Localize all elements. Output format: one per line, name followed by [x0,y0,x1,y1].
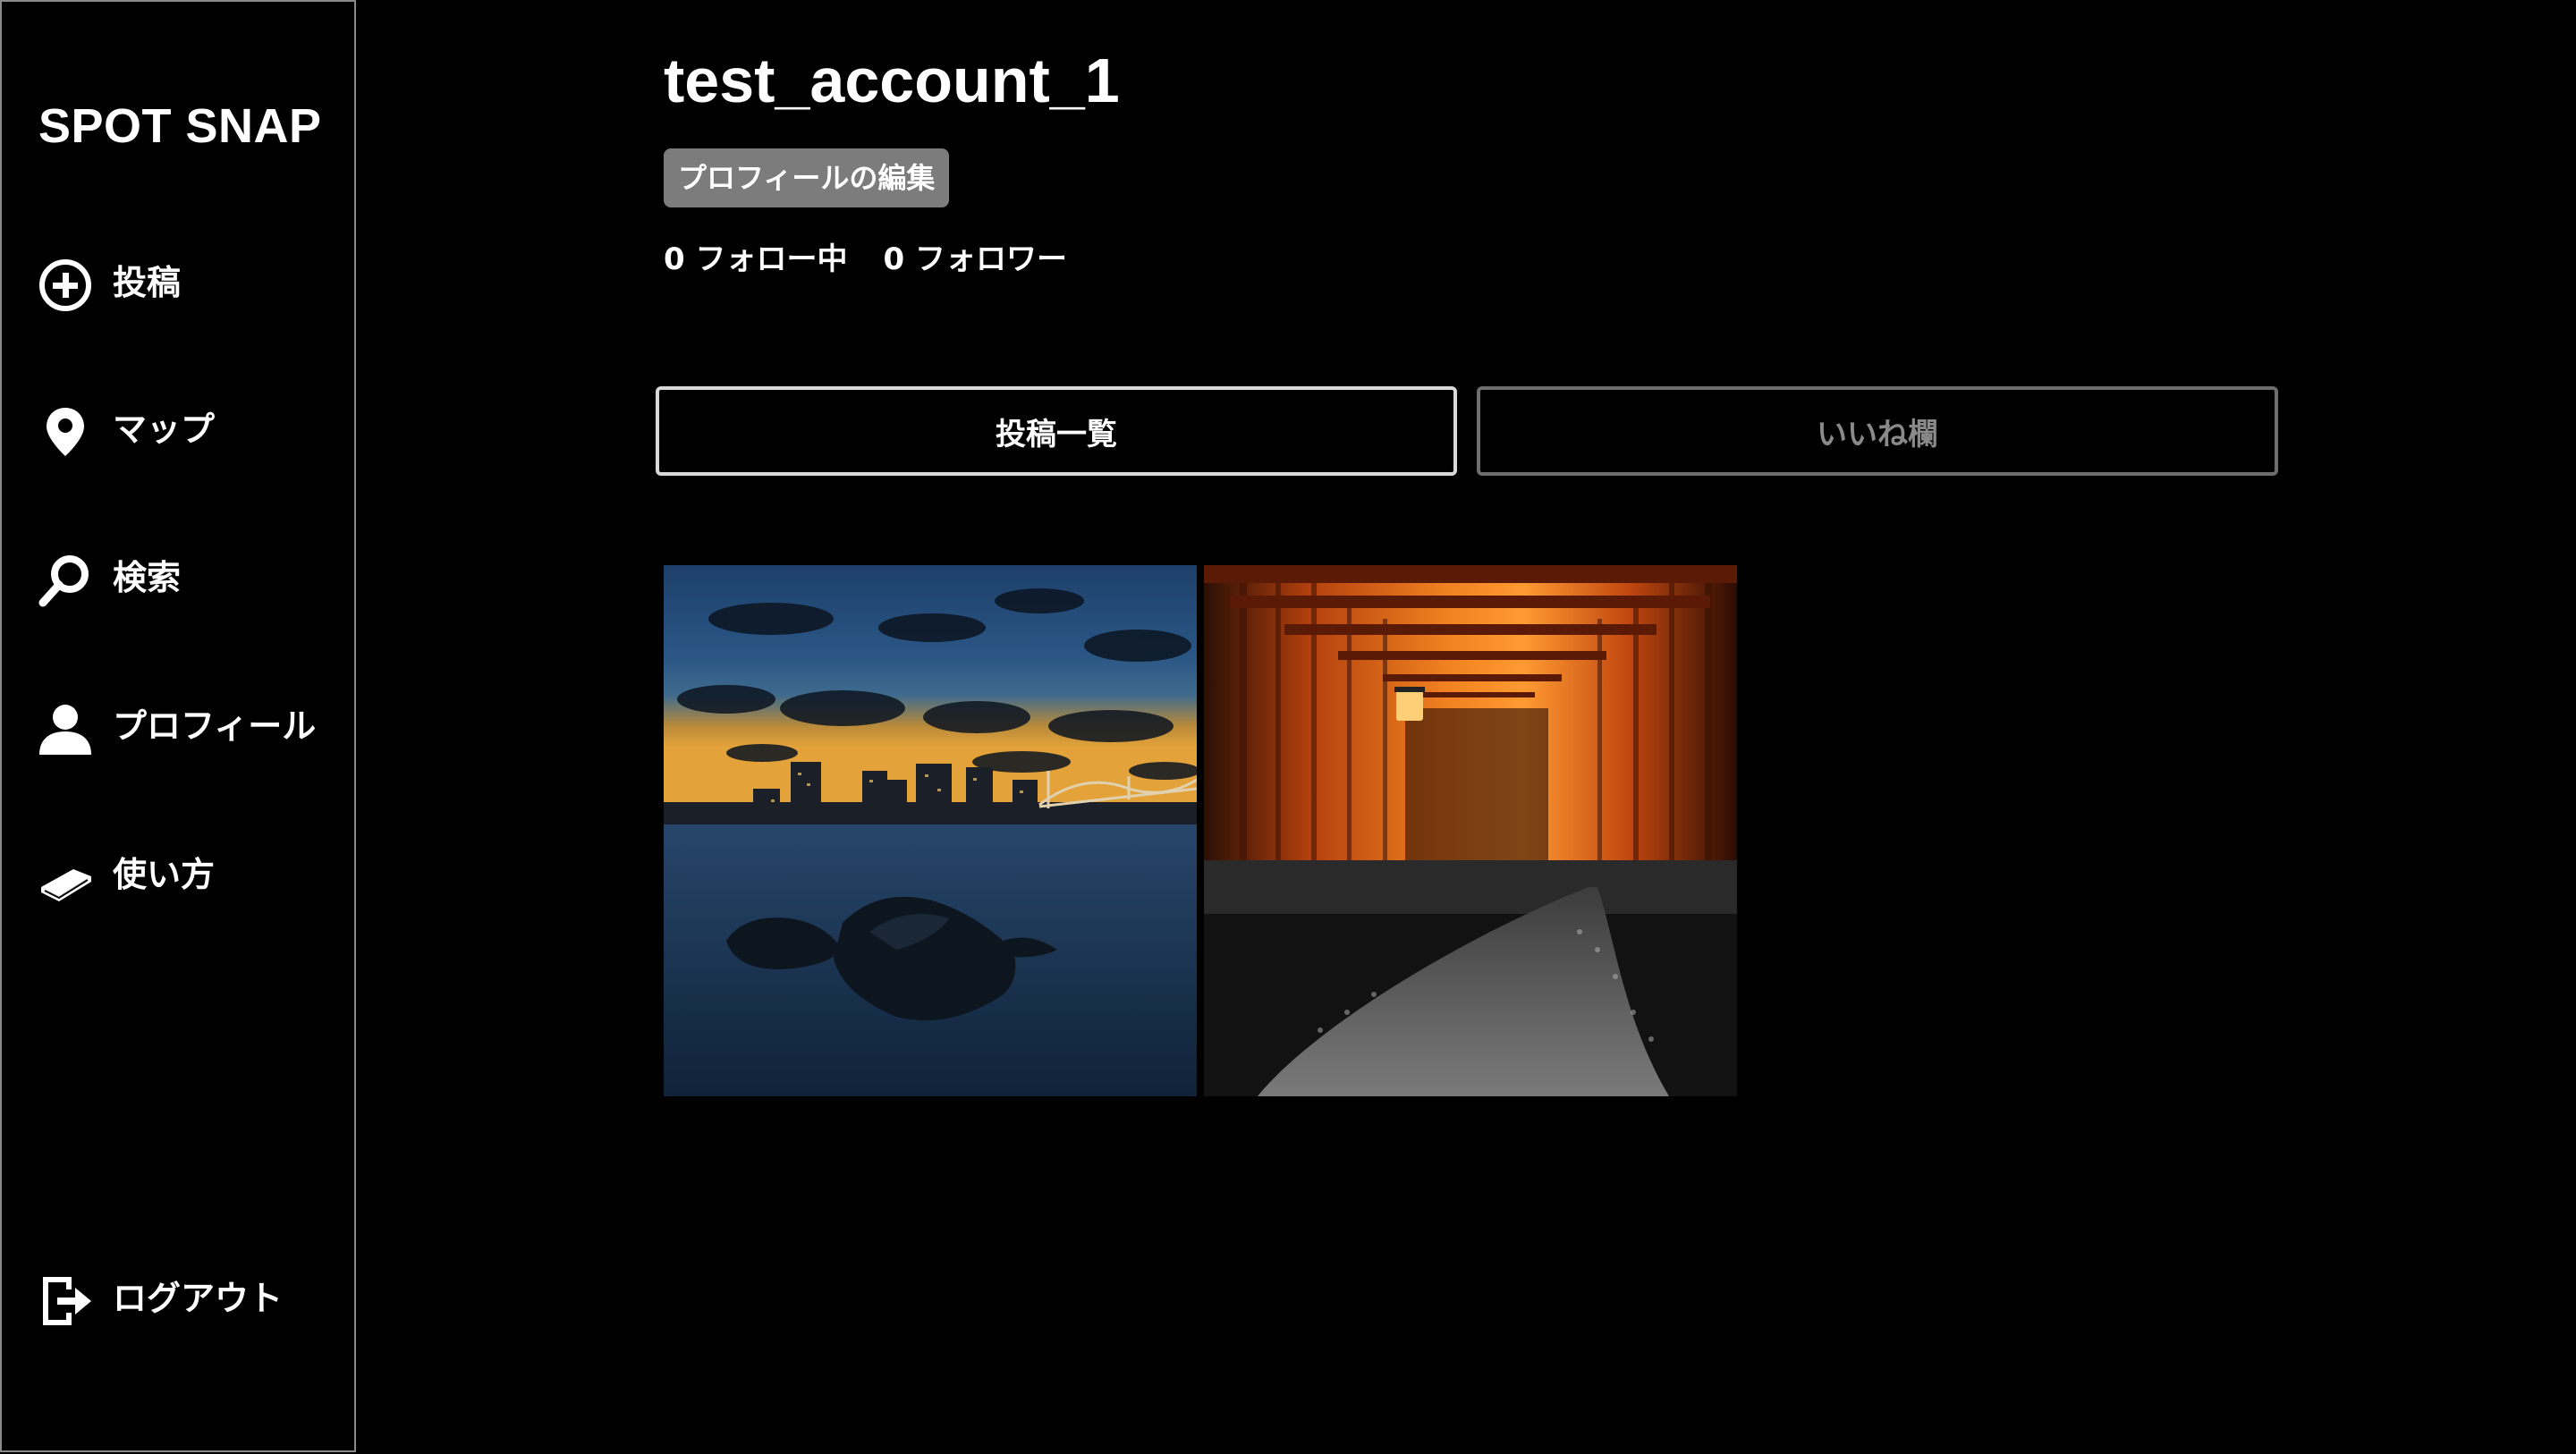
user-icon [38,701,93,757]
sidebar: SPOT SNAP 投稿 マップ 検索 プロフィール 使い方 ログアウト [0,0,356,1452]
tab-likes[interactable]: いいね欄 [1477,386,2278,476]
post-thumbnail-torii-gates[interactable] [1204,565,1737,1096]
sidebar-item-label: 投稿 [113,262,182,302]
sidebar-item-post[interactable]: 投稿 [38,258,181,313]
followers-count[interactable]: 0 フォロワー [884,234,1068,278]
app-logo[interactable]: SPOT SNAP [38,98,322,154]
sidebar-item-how-to-use[interactable]: 使い方 [38,850,215,905]
sidebar-item-label: 使い方 [113,854,216,894]
follow-stats: 0 フォロー中 0 フォロワー [664,234,1067,278]
sidebar-item-label: ログアウト [113,1278,284,1318]
sidebar-item-map[interactable]: マップ [38,404,215,460]
logout-icon [38,1273,93,1329]
post-grid [664,565,1737,1096]
sidebar-item-search[interactable]: 検索 [38,553,181,608]
sidebar-item-label: マップ [113,409,216,449]
following-count[interactable]: 0 フォロー中 [664,234,848,278]
edit-profile-button[interactable]: プロフィールの編集 [664,148,950,207]
sidebar-item-logout[interactable]: ログアウト [38,1273,283,1329]
sidebar-item-profile[interactable]: プロフィール [38,701,316,757]
post-thumbnail-odaiba[interactable] [664,565,1197,1096]
tab-posts[interactable]: 投稿一覧 [656,386,1457,476]
map-pin-icon [38,404,93,460]
sidebar-item-label: プロフィール [113,706,317,746]
plus-circle-icon [38,258,93,313]
profile-username: test_account_1 [664,46,1120,115]
sidebar-item-label: 検索 [113,557,182,597]
search-icon [38,553,93,608]
book-icon [38,850,93,905]
